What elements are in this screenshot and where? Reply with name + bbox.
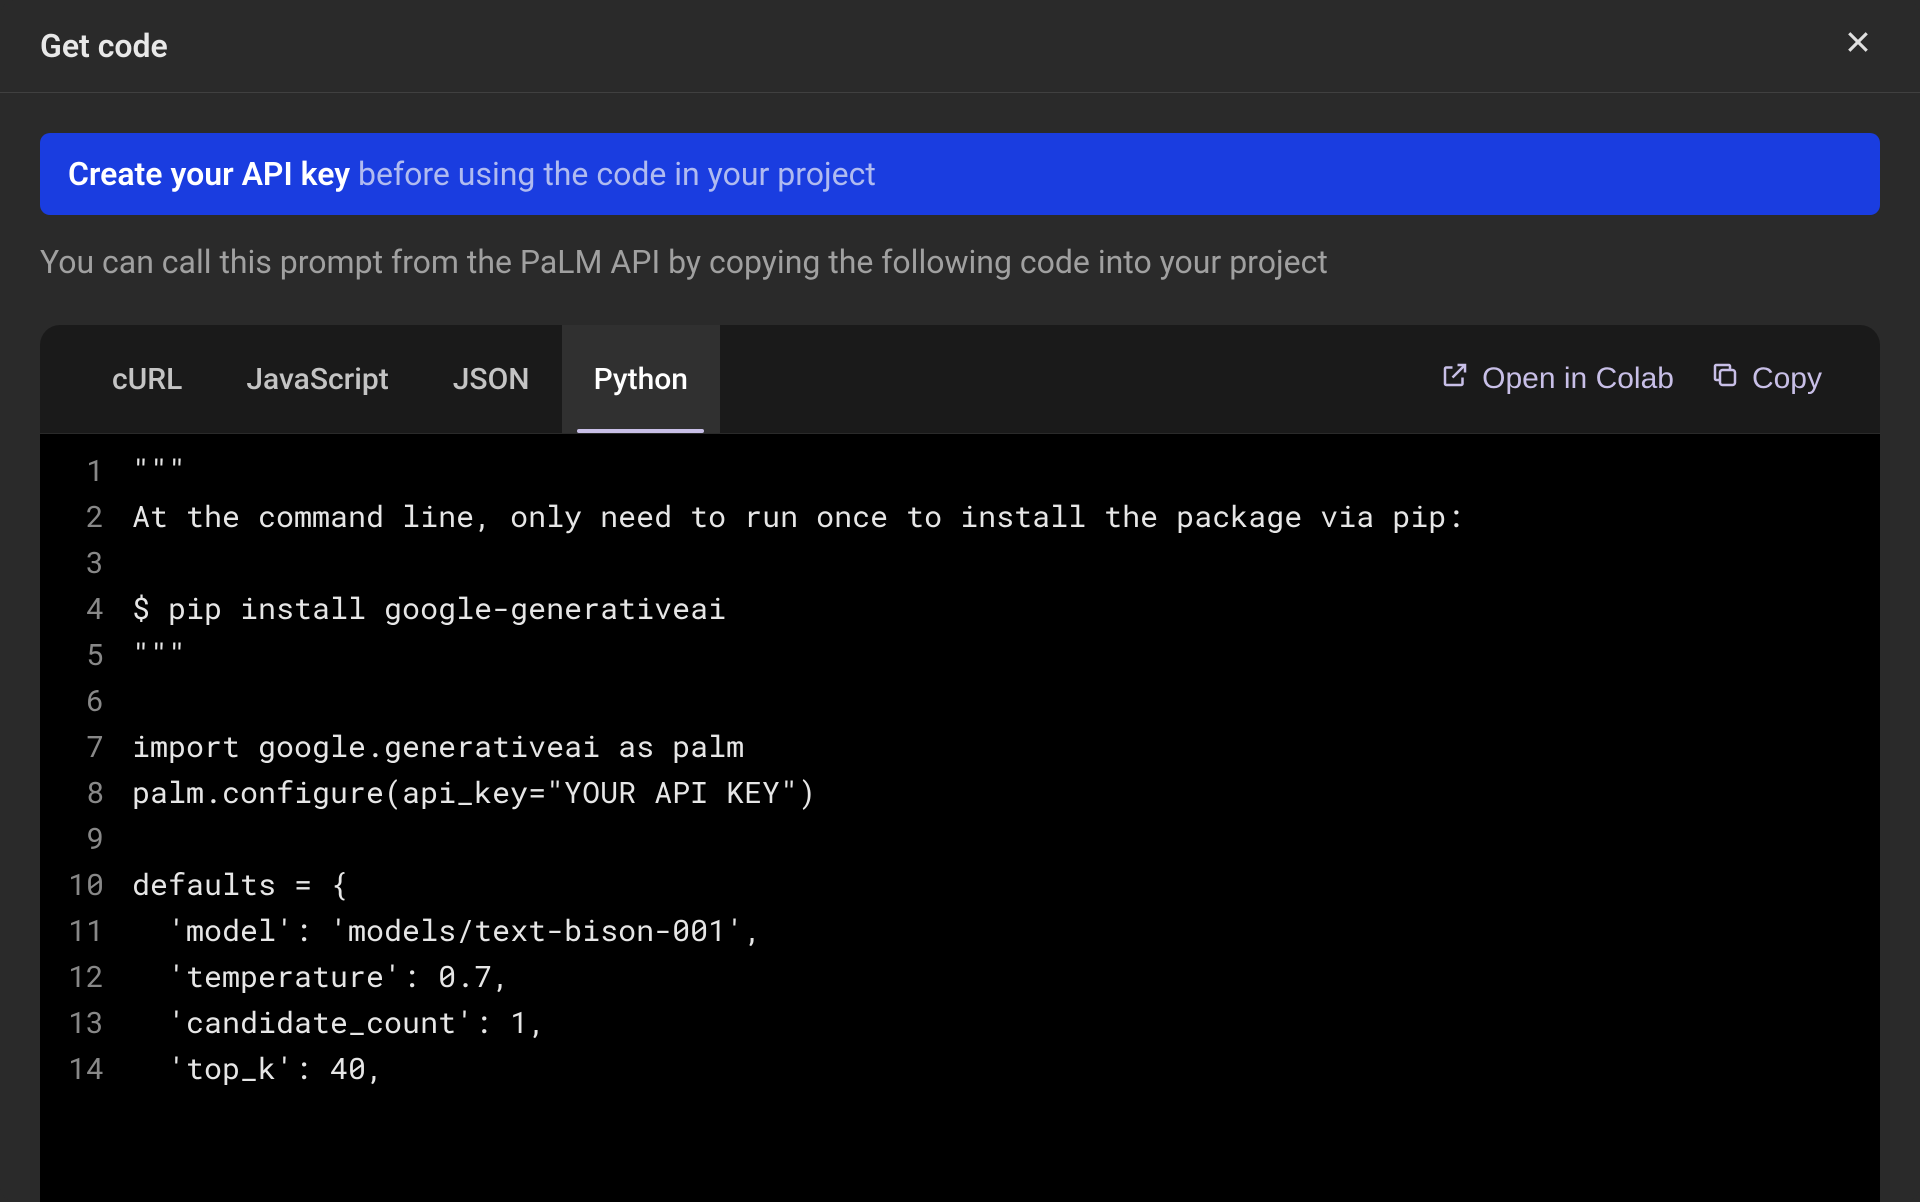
tab-json[interactable]: JSON bbox=[421, 325, 562, 433]
tabs-spacer bbox=[720, 325, 1422, 433]
code-line[interactable] bbox=[132, 540, 1880, 586]
line-number: 3 bbox=[68, 540, 104, 586]
line-number: 11 bbox=[68, 908, 104, 954]
code-line[interactable]: palm.configure(api_key="YOUR API KEY") bbox=[132, 770, 1880, 816]
code-line[interactable]: $ pip install google-generativeai bbox=[132, 586, 1880, 632]
code-line[interactable]: At the command line, only need to run on… bbox=[132, 494, 1880, 540]
line-number: 7 bbox=[68, 724, 104, 770]
code-line[interactable]: """ bbox=[132, 448, 1880, 494]
open-in-colab-label: Open in Colab bbox=[1482, 362, 1674, 396]
tab-curl-label: cURL bbox=[112, 362, 182, 397]
code-line[interactable] bbox=[132, 678, 1880, 724]
code-lines[interactable]: """At the command line, only need to run… bbox=[122, 434, 1880, 1202]
modal-header: Get code bbox=[0, 0, 1920, 93]
line-number: 13 bbox=[68, 1000, 104, 1046]
tab-python-label: Python bbox=[594, 362, 688, 397]
code-line[interactable]: 'model': 'models/text-bison-001', bbox=[132, 908, 1880, 954]
tab-javascript[interactable]: JavaScript bbox=[214, 325, 420, 433]
code-line[interactable] bbox=[132, 816, 1880, 862]
close-button[interactable] bbox=[1836, 24, 1880, 68]
code-line[interactable]: """ bbox=[132, 632, 1880, 678]
code-line[interactable]: 'temperature': 0.7, bbox=[132, 954, 1880, 1000]
copy-button[interactable]: Copy bbox=[1692, 325, 1840, 433]
line-number: 4 bbox=[68, 586, 104, 632]
close-icon bbox=[1843, 27, 1873, 65]
code-line[interactable]: import google.generativeai as palm bbox=[132, 724, 1880, 770]
open-external-icon bbox=[1440, 360, 1470, 398]
open-in-colab-button[interactable]: Open in Colab bbox=[1422, 325, 1692, 433]
code-area[interactable]: 1234567891011121314 """At the command li… bbox=[40, 433, 1880, 1202]
copy-label: Copy bbox=[1752, 362, 1822, 396]
banner-rest-text: before using the code in your project bbox=[350, 155, 876, 193]
code-line[interactable]: 'candidate_count': 1, bbox=[132, 1000, 1880, 1046]
tab-javascript-label: JavaScript bbox=[246, 362, 388, 397]
tabs-row: cURL JavaScript JSON Python Open in Cola… bbox=[40, 325, 1880, 433]
modal-body: Create your API key before using the cod… bbox=[0, 93, 1920, 1202]
tab-json-label: JSON bbox=[453, 362, 530, 397]
line-number: 9 bbox=[68, 816, 104, 862]
line-number: 14 bbox=[68, 1046, 104, 1092]
create-api-key-link[interactable]: Create your API key bbox=[68, 155, 350, 193]
get-code-modal: Get code Create your API key before usin… bbox=[0, 0, 1920, 1202]
line-number: 5 bbox=[68, 632, 104, 678]
tab-curl[interactable]: cURL bbox=[80, 325, 214, 433]
copy-icon bbox=[1710, 360, 1740, 398]
line-number: 12 bbox=[68, 954, 104, 1000]
line-number: 6 bbox=[68, 678, 104, 724]
description-text: You can call this prompt from the PaLM A… bbox=[40, 243, 1880, 281]
line-number: 10 bbox=[68, 862, 104, 908]
code-line[interactable]: defaults = { bbox=[132, 862, 1880, 908]
code-panel: cURL JavaScript JSON Python Open in Cola… bbox=[40, 325, 1880, 1202]
tab-python[interactable]: Python bbox=[562, 325, 720, 433]
line-number-gutter: 1234567891011121314 bbox=[40, 434, 122, 1202]
line-number: 8 bbox=[68, 770, 104, 816]
line-number: 2 bbox=[68, 494, 104, 540]
modal-title: Get code bbox=[40, 27, 168, 65]
api-key-banner[interactable]: Create your API key before using the cod… bbox=[40, 133, 1880, 215]
line-number: 1 bbox=[68, 448, 104, 494]
code-line[interactable]: 'top_k': 40, bbox=[132, 1046, 1880, 1092]
